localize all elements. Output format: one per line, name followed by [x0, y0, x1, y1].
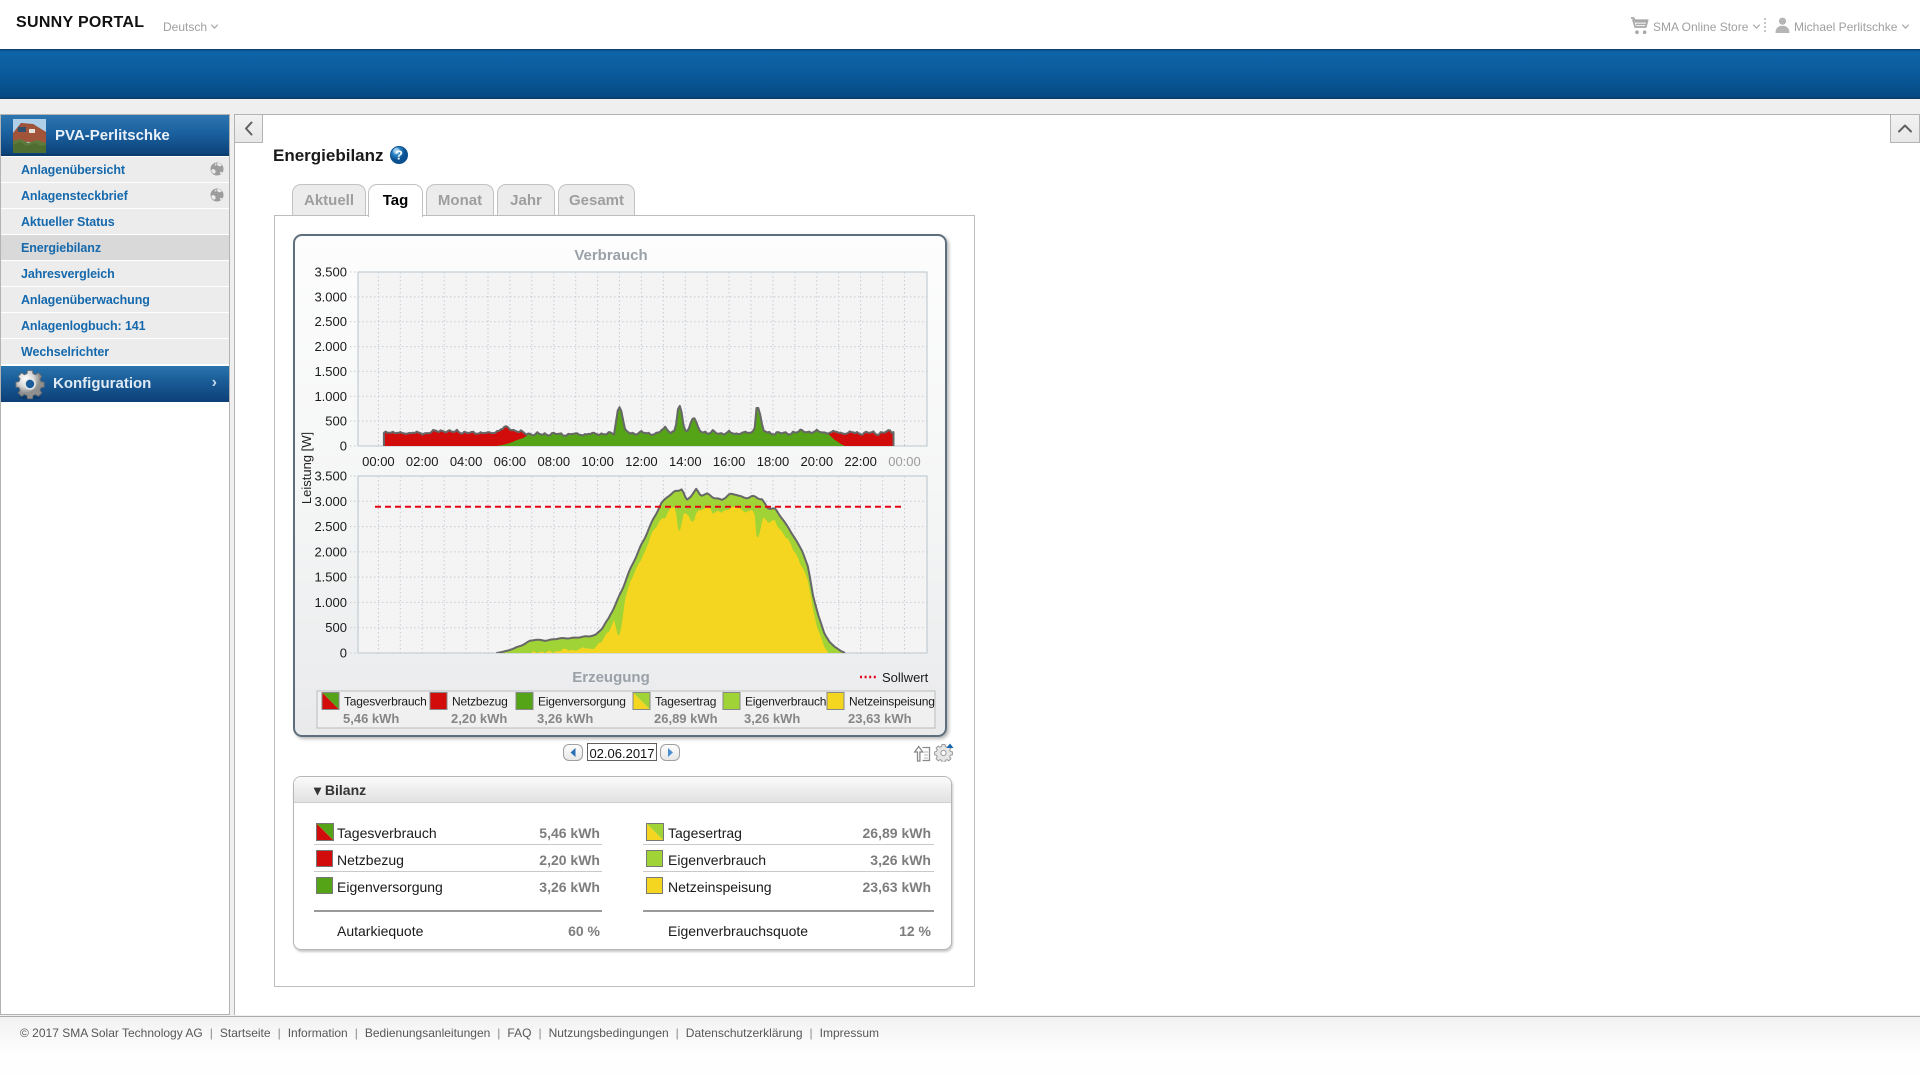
svg-text:0: 0 — [340, 646, 347, 661]
svg-text:2.000: 2.000 — [314, 339, 347, 354]
svg-text:3,26 kWh: 3,26 kWh — [744, 711, 800, 726]
svg-text:18:00: 18:00 — [757, 454, 790, 469]
svg-text:Netzeinspeisung: Netzeinspeisung — [849, 695, 935, 709]
svg-text:26,89 kWh: 26,89 kWh — [654, 711, 718, 726]
svg-text:3,26 kWh: 3,26 kWh — [537, 711, 593, 726]
svg-text:20:00: 20:00 — [801, 454, 834, 469]
svg-text:1.500: 1.500 — [314, 570, 347, 585]
svg-text:14:00: 14:00 — [669, 454, 702, 469]
svg-text:3.000: 3.000 — [314, 494, 347, 509]
svg-text:500: 500 — [325, 414, 347, 429]
svg-text:00:00: 00:00 — [362, 454, 395, 469]
svg-text:5,46 kWh: 5,46 kWh — [343, 711, 399, 726]
svg-text:16:00: 16:00 — [713, 454, 746, 469]
svg-text:12:00: 12:00 — [625, 454, 658, 469]
svg-text:3.000: 3.000 — [314, 289, 347, 304]
svg-text:2.500: 2.500 — [314, 519, 347, 534]
svg-text:Sollwert: Sollwert — [882, 670, 929, 685]
svg-text:06:00: 06:00 — [494, 454, 527, 469]
svg-text:Leistung [W]: Leistung [W] — [299, 432, 314, 504]
svg-text:02:00: 02:00 — [406, 454, 439, 469]
svg-text:Eigenversorgung: Eigenversorgung — [538, 695, 626, 709]
svg-text:00:00: 00:00 — [888, 454, 921, 469]
svg-text:Tagesertrag: Tagesertrag — [655, 695, 716, 709]
svg-text:2.500: 2.500 — [314, 314, 347, 329]
svg-text:10:00: 10:00 — [581, 454, 614, 469]
svg-text:1.000: 1.000 — [314, 595, 347, 610]
svg-text:500: 500 — [325, 620, 347, 635]
svg-text:22:00: 22:00 — [844, 454, 877, 469]
svg-text:Tagesverbrauch: Tagesverbrauch — [344, 695, 427, 709]
svg-text:1.000: 1.000 — [314, 389, 347, 404]
svg-text:0: 0 — [340, 439, 347, 454]
svg-text:?: ? — [395, 148, 403, 163]
svg-text:Verbrauch: Verbrauch — [574, 247, 647, 264]
svg-text:3.500: 3.500 — [314, 265, 347, 280]
svg-text:Erzeugung: Erzeugung — [572, 669, 650, 686]
svg-text:Netzbezug: Netzbezug — [452, 695, 508, 709]
svg-text:1.500: 1.500 — [314, 364, 347, 379]
svg-text:3.500: 3.500 — [314, 469, 347, 484]
svg-text:04:00: 04:00 — [450, 454, 483, 469]
svg-text:08:00: 08:00 — [538, 454, 571, 469]
svg-text:23,63 kWh: 23,63 kWh — [848, 711, 912, 726]
svg-text:2.000: 2.000 — [314, 544, 347, 559]
svg-text:Eigenverbrauch: Eigenverbrauch — [745, 695, 826, 709]
svg-text:2,20 kWh: 2,20 kWh — [451, 711, 507, 726]
